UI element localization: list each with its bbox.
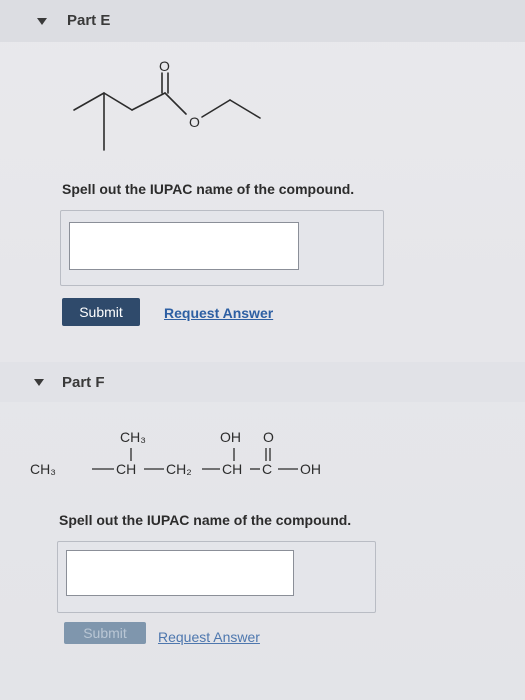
collapse-caret-icon[interactable] (37, 18, 47, 25)
chain-c: C (262, 461, 272, 477)
chain-oh: OH (300, 461, 321, 477)
chain-ch2: CH₂ (166, 461, 192, 477)
bond-terminal (229, 99, 261, 119)
part-e-submit-button[interactable]: Submit (62, 298, 140, 326)
part-e-molecule-structure: O O (73, 58, 261, 151)
bond-2 (103, 92, 133, 111)
part-f-title: Part F (62, 374, 105, 391)
chain-ch3: CH₃ (30, 461, 56, 477)
part-e-answer-panel (60, 210, 384, 286)
chain-ch: CH (116, 461, 136, 477)
part-f-prompt: Spell out the IUPAC name of the compound… (59, 512, 352, 528)
part-e-header[interactable]: Part E (0, 0, 525, 42)
part-e-request-answer-link[interactable]: Request Answer (164, 305, 273, 321)
bond-3 (131, 92, 166, 111)
bond-to-ester-o (164, 92, 187, 115)
ester-oxygen-label: O (189, 114, 200, 130)
bond-1 (73, 92, 105, 111)
bond-ester-o-ch2 (201, 99, 231, 118)
part-e-prompt: Spell out the IUPAC name of the compound… (62, 181, 355, 197)
carbonyl-oxygen-label: O (159, 58, 170, 74)
part-e-answer-input[interactable] (69, 222, 299, 270)
chain-choh: CH (222, 461, 242, 477)
branch-ch3-label: CH₃ (120, 429, 146, 445)
part-f-submit-button[interactable]: Submit (64, 622, 146, 644)
part-e-title: Part E (67, 12, 111, 29)
part-f-condensed-formula: CH₃ OH O CH₃ CH CH₂ CH C OH (30, 429, 321, 477)
hydroxyl-label: OH (220, 429, 241, 445)
carbonyl-o-label: O (263, 429, 274, 445)
collapse-caret-icon[interactable] (34, 379, 44, 386)
part-f-request-answer-link[interactable]: Request Answer (158, 629, 260, 645)
part-f-header[interactable]: Part F (0, 362, 525, 402)
part-f-answer-input[interactable] (66, 550, 294, 596)
part-f-answer-panel (57, 541, 376, 613)
